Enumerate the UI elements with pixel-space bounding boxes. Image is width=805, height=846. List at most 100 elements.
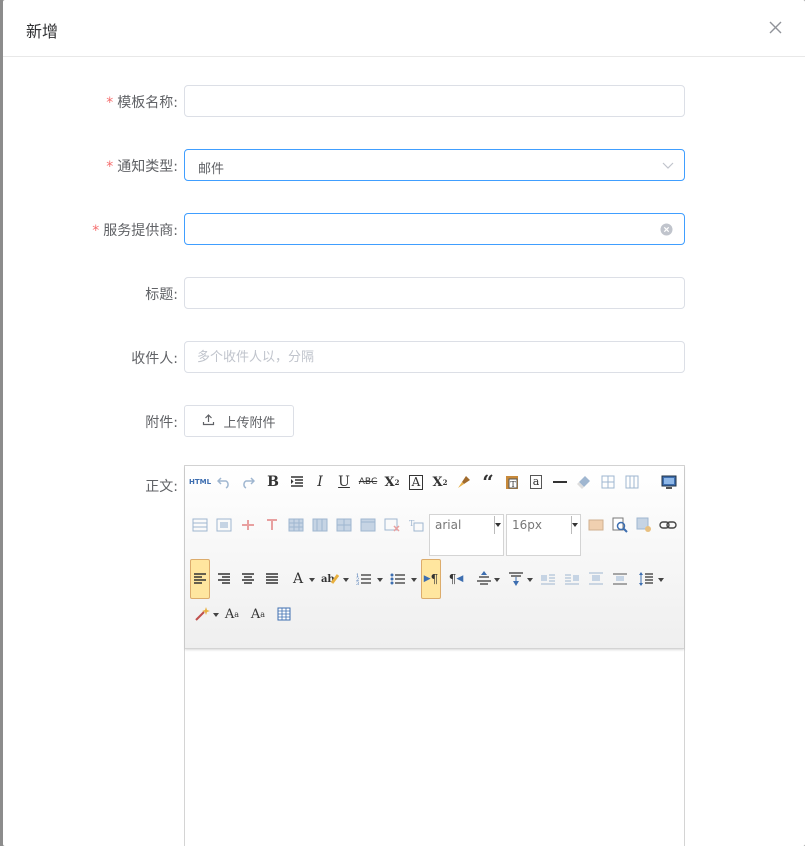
undo-icon[interactable] [214, 472, 234, 492]
insert-row-icon[interactable] [598, 472, 618, 492]
circle-close-icon[interactable] [660, 223, 673, 240]
delete-icon[interactable] [262, 515, 282, 535]
table-title-icon[interactable]: T [406, 515, 426, 535]
unordered-list-dropdown-icon[interactable] [411, 578, 417, 582]
upload-button-label: 上传附件 [223, 415, 276, 431]
align-right-icon[interactable] [214, 569, 234, 589]
font-decrease-icon[interactable]: Aa [248, 604, 268, 624]
blockquote-icon[interactable]: “ [478, 472, 498, 492]
rich-text-editor: HTML B I U ABC X2 A X2 “ T a T arial 16p… [184, 465, 685, 846]
underline-icon[interactable]: U [334, 472, 354, 492]
insert-col-icon[interactable] [622, 472, 642, 492]
format-brush-icon[interactable] [454, 472, 474, 492]
font-size-select[interactable]: 16px [506, 514, 581, 556]
font-color-icon[interactable]: A [288, 569, 308, 589]
provider-label: * 服务提供商: [92, 223, 178, 239]
provider-select[interactable] [184, 213, 685, 245]
paste-plain-icon[interactable]: T [502, 472, 522, 492]
image-icon[interactable] [586, 515, 606, 535]
notify-type-row: * 通知类型: 邮件 [3, 149, 805, 181]
table-icon[interactable] [190, 515, 210, 535]
add-dialog: 新增 * 模板名称: * 通知类型: 邮件 * 服务提供商: 标题: 收件人: … [3, 0, 805, 846]
chevron-down-icon [662, 159, 674, 175]
font-increase-icon[interactable]: Aa [222, 604, 242, 624]
image-right-icon[interactable] [562, 569, 582, 589]
align-justify-icon[interactable] [262, 569, 282, 589]
line-height-dropdown-icon[interactable] [658, 578, 664, 582]
highlight-icon[interactable]: ab [320, 569, 340, 589]
subject-input[interactable] [184, 277, 685, 309]
recipients-label: 收件人: [131, 351, 178, 367]
ordered-list-dropdown-icon[interactable] [377, 578, 383, 582]
insert-col-icon-2[interactable] [310, 515, 330, 535]
magic-wand-dropdown-icon[interactable] [213, 613, 219, 617]
align-left-icon[interactable] [190, 559, 210, 599]
font-size-value: 16px [512, 518, 542, 532]
preview-icon[interactable] [659, 472, 679, 492]
subject-row: 标题: [3, 277, 805, 309]
font-family-select[interactable]: arial [429, 514, 504, 556]
html-source-icon[interactable]: HTML [189, 472, 211, 492]
superscript-icon[interactable]: X2 [430, 472, 450, 492]
image-center-icon[interactable] [610, 569, 630, 589]
clear-format-icon[interactable] [574, 472, 594, 492]
font-border-icon[interactable]: A [406, 472, 426, 492]
search-replace-icon[interactable] [610, 515, 630, 535]
editor-toolbar: HTML B I U ABC X2 A X2 “ T a T arial 16p… [185, 466, 684, 649]
image-left-icon[interactable] [538, 569, 558, 589]
row-spacing-bottom-dropdown-icon[interactable] [527, 578, 533, 582]
attachment-row: 附件: 上传附件 [3, 405, 805, 437]
line-height-icon[interactable] [636, 569, 656, 589]
italic-icon[interactable]: I [310, 472, 330, 492]
row-spacing-top-dropdown-icon[interactable] [494, 578, 500, 582]
upload-icon [202, 413, 215, 430]
row-spacing-top-icon[interactable] [474, 569, 494, 589]
recipients-row: 收件人: [3, 341, 805, 373]
split-icon[interactable] [238, 515, 258, 535]
dialog-title: 新增 [26, 22, 59, 41]
recipients-input[interactable] [184, 341, 685, 373]
strikethrough-icon[interactable]: ABC [358, 472, 378, 492]
notify-type-value: 邮件 [198, 162, 225, 177]
chevron-down-icon [572, 523, 578, 527]
template-name-label: * 模板名称: [106, 95, 178, 111]
magic-wand-icon[interactable] [192, 604, 212, 624]
svg-text:3: 3 [356, 581, 359, 587]
body-label: 正文: [145, 479, 178, 495]
select-all-icon[interactable]: a [526, 472, 546, 492]
grid-icon[interactable] [274, 604, 294, 624]
rtl-icon[interactable]: ¶ ◀ [446, 569, 466, 589]
row-spacing-bottom-icon[interactable] [506, 569, 526, 589]
indent-icon[interactable] [287, 472, 307, 492]
insert-row-icon-2[interactable] [286, 515, 306, 535]
link-icon[interactable] [658, 515, 678, 535]
provider-row: * 服务提供商: [3, 213, 805, 245]
template-name-input[interactable] [184, 85, 685, 117]
ordered-list-icon[interactable]: 123 [354, 569, 374, 589]
merge-cells-icon[interactable] [214, 515, 234, 535]
notify-type-select[interactable]: 邮件 [184, 149, 685, 181]
horizontal-rule-icon[interactable] [550, 472, 570, 492]
font-color-dropdown-icon[interactable] [309, 578, 315, 582]
close-icon[interactable] [765, 18, 785, 38]
align-center-icon[interactable] [238, 569, 258, 589]
chevron-down-icon [495, 523, 501, 527]
merge-right-icon[interactable] [334, 515, 354, 535]
insert-image-icon[interactable] [634, 515, 654, 535]
template-name-row: * 模板名称: [3, 85, 805, 117]
subscript-icon[interactable]: X2 [382, 472, 402, 492]
merge-down-icon[interactable] [358, 515, 378, 535]
subject-label: 标题: [145, 287, 178, 303]
svg-text:ab: ab [321, 574, 334, 585]
upload-attachment-button[interactable]: 上传附件 [184, 405, 294, 437]
delete-table-icon[interactable] [382, 515, 402, 535]
image-none-icon[interactable] [586, 569, 606, 589]
attachment-label: 附件: [145, 415, 178, 431]
redo-icon[interactable] [238, 472, 258, 492]
unordered-list-icon[interactable] [388, 569, 408, 589]
bold-icon[interactable]: B [263, 472, 283, 492]
editor-content-area[interactable] [185, 649, 684, 846]
dialog-header: 新增 [3, 0, 805, 57]
ltr-icon[interactable]: ▶ ¶ [421, 559, 441, 599]
highlight-dropdown-icon[interactable] [343, 578, 349, 582]
